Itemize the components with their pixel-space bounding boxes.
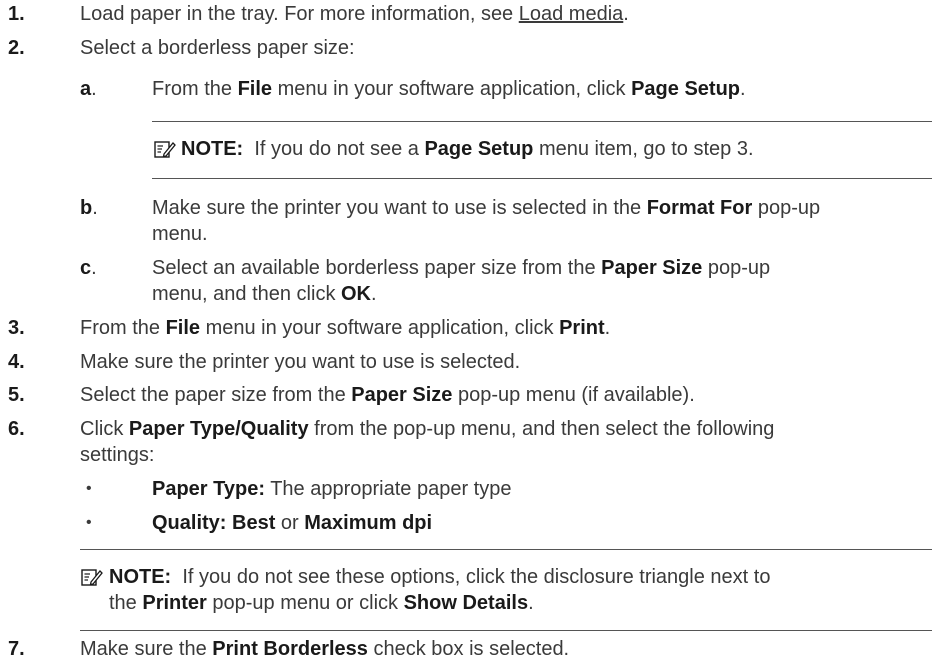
text-part: or xyxy=(275,512,305,534)
text-part: check box is selected. xyxy=(367,638,570,660)
text-part: menu item, go to step 3. xyxy=(533,138,754,160)
setting-maximum-dpi: Maximum dpi xyxy=(304,512,433,534)
menu-name-file: File xyxy=(165,317,201,339)
substep-label: b. xyxy=(80,196,98,220)
step-text: Click Paper Type/Quality from the pop-up… xyxy=(80,417,774,441)
substep-letter: b xyxy=(80,197,93,219)
note-text: NOTE: If you do not see a Page Setup men… xyxy=(181,137,754,161)
menu-item-paper-type-quality: Paper Type/Quality xyxy=(128,418,309,440)
text-part: From the xyxy=(80,317,166,339)
note-bottom-rule xyxy=(152,178,932,179)
step-number: 7. xyxy=(8,638,25,660)
bullet-text: Quality: Best or Maximum dpi xyxy=(152,511,432,535)
step-number: 4. xyxy=(8,351,25,373)
bullet-mark: • xyxy=(86,480,92,497)
text-part: . xyxy=(371,283,377,305)
substep-dot: . xyxy=(92,197,98,219)
text-part: pop-up xyxy=(702,257,771,279)
setting-quality-best: Quality: Best xyxy=(152,512,276,534)
text-part: If you do not see a xyxy=(254,138,425,160)
substep-text: Select an available borderless paper siz… xyxy=(152,256,770,280)
note-top-rule xyxy=(80,549,932,550)
menu-item-print: Print xyxy=(559,317,605,339)
note-label: NOTE: xyxy=(109,566,172,588)
show-details-button-name: Show Details xyxy=(403,592,529,614)
substep-text-line2: menu, and then click OK. xyxy=(152,282,377,306)
note-icon xyxy=(81,569,103,586)
text-part: Click xyxy=(80,418,129,440)
bullet-text: Paper Type: The appropriate paper type xyxy=(152,477,511,501)
substep-dot: . xyxy=(91,78,97,100)
substep-letter: a xyxy=(80,78,92,100)
text-part: . xyxy=(740,78,746,100)
substep-text: From the File menu in your software appl… xyxy=(152,77,746,101)
note-bottom-rule xyxy=(80,630,932,631)
step-text: Select the paper size from the Paper Siz… xyxy=(80,383,695,407)
bullet-mark: • xyxy=(86,514,92,531)
note-label: NOTE: xyxy=(181,138,244,160)
setting-paper-type: Paper Type: xyxy=(152,478,265,500)
substep-text-line2: menu. xyxy=(152,223,208,245)
text-part: from the pop-up menu, and then select th… xyxy=(308,418,775,440)
text-part: From the xyxy=(152,78,238,100)
step-text-part: . xyxy=(623,3,629,25)
text-part: The appropriate paper type xyxy=(265,478,512,500)
step-text: Make sure the printer you want to use is… xyxy=(80,351,521,373)
step-text: Select a borderless paper size: xyxy=(80,37,355,59)
text-part: Select an available borderless paper siz… xyxy=(152,257,602,279)
substep-text: Make sure the printer you want to use is… xyxy=(152,196,820,220)
note-text: NOTE: If you do not see these options, c… xyxy=(109,565,770,589)
step-text: From the File menu in your software appl… xyxy=(80,316,610,340)
text-part: pop-up xyxy=(752,197,821,219)
menu-item-page-setup: Page Setup xyxy=(631,78,741,100)
step-number: 5. xyxy=(8,384,25,406)
menu-name-paper-size: Paper Size xyxy=(601,257,703,279)
text-part: the xyxy=(109,592,143,614)
substep-label: a. xyxy=(80,77,97,101)
step-number: 3. xyxy=(8,317,25,339)
substep-dot: . xyxy=(91,257,97,279)
step-number: 1. xyxy=(8,3,25,25)
note-text-line2: the Printer pop-up menu or click Show De… xyxy=(109,591,534,615)
text-part: . xyxy=(528,592,534,614)
checkbox-name-print-borderless: Print Borderless xyxy=(212,638,368,660)
step-text: Load paper in the tray. For more informa… xyxy=(80,2,629,26)
text-part: menu, and then click xyxy=(152,283,341,305)
note-top-rule xyxy=(152,121,932,122)
step-text: Make sure the Print Borderless check box… xyxy=(80,637,569,661)
menu-item-page-setup: Page Setup xyxy=(424,138,534,160)
text-part: Select the paper size from the xyxy=(80,384,352,406)
menu-name-format-for: Format For xyxy=(646,197,753,219)
step-text-line2: settings: xyxy=(80,444,155,466)
text-part: . xyxy=(604,317,611,339)
ok-button-name: OK xyxy=(341,283,371,305)
text-part: menu in your software application, click xyxy=(200,317,560,339)
text-part: Make sure the xyxy=(80,638,213,660)
text-part: menu in your software application, click xyxy=(272,78,632,100)
substep-label: c. xyxy=(80,256,97,280)
menu-name-paper-size: Paper Size xyxy=(351,384,453,406)
text-part: pop-up menu or click xyxy=(206,592,404,614)
menu-name-file: File xyxy=(237,78,273,100)
load-media-link[interactable]: Load media xyxy=(519,3,624,25)
note-icon xyxy=(154,141,176,158)
step-text-part: Load paper in the tray. For more informa… xyxy=(80,3,519,25)
substep-letter: c xyxy=(80,257,92,279)
step-number: 2. xyxy=(8,37,25,59)
step-number: 6. xyxy=(8,418,25,440)
menu-name-printer: Printer xyxy=(142,592,207,614)
text-part: pop-up menu (if available). xyxy=(452,384,695,406)
text-part: Make sure the printer you want to use is… xyxy=(152,197,647,219)
text-part: If you do not see these options, click t… xyxy=(182,566,771,588)
